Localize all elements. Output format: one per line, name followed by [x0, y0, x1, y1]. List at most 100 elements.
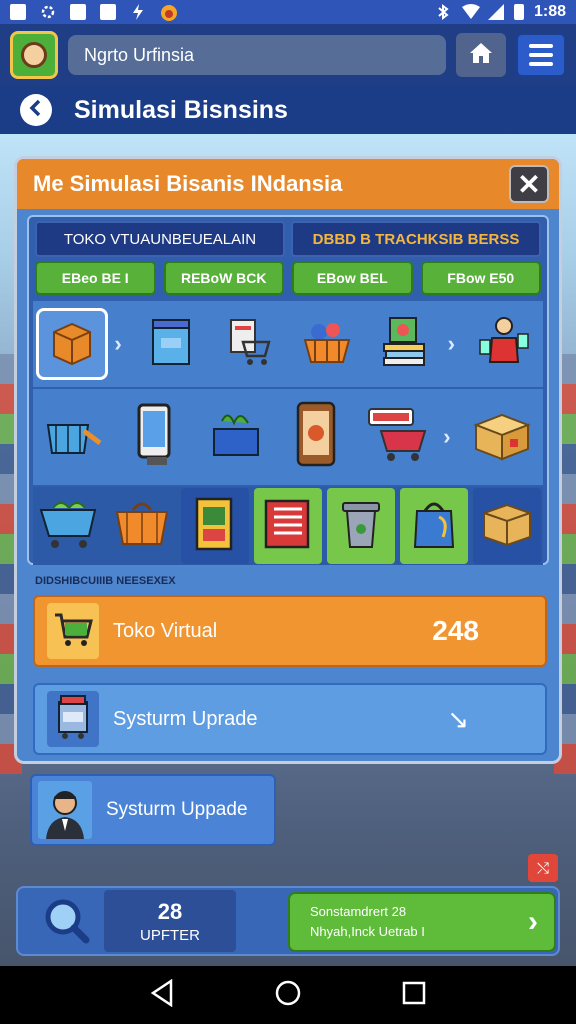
card-label: Systurm Uprade — [113, 707, 258, 730]
nav-recents-button[interactable] — [401, 980, 427, 1011]
tablet-icon — [133, 403, 177, 472]
filter-button-3[interactable]: EBow BEL — [292, 261, 413, 295]
file-icon — [100, 4, 116, 20]
clock: 1:88 — [533, 3, 566, 20]
section-label: DIDSHIBCUIIIB NEESEXEX — [35, 575, 176, 587]
continue-text: Sonstamdrert 28 Nhyah,Inck Uetrab I — [310, 902, 528, 942]
shopping-cart-icon — [223, 316, 275, 373]
box-icon — [48, 318, 96, 371]
machine-icon — [53, 694, 93, 745]
menu-button[interactable] — [516, 33, 566, 77]
continue-button[interactable]: Sonstamdrert 28 Nhyah,Inck Uetrab I › — [288, 892, 556, 952]
hamburger-line — [529, 62, 553, 66]
nav-home-button[interactable] — [274, 979, 302, 1012]
item-books[interactable] — [369, 308, 441, 380]
item-tablet[interactable] — [119, 401, 191, 473]
item-open-box[interactable] — [466, 401, 538, 473]
item-trash-bin[interactable] — [327, 488, 395, 564]
item-plant[interactable] — [200, 401, 272, 473]
item-basket[interactable] — [291, 308, 363, 380]
dialog-title: Me Simulasi Bisanis INdansia — [33, 171, 343, 196]
search-field[interactable]: Ngrto Urfinsia — [68, 35, 446, 75]
home-icon — [468, 41, 494, 70]
tab-tracking[interactable]: DBBD B TRACHKSIB BERSS — [291, 221, 541, 257]
item-cart-tablet[interactable] — [213, 308, 285, 380]
box-icon — [472, 409, 532, 466]
basket-icon — [301, 316, 353, 373]
plant-icon — [208, 409, 264, 466]
hamburger-line — [529, 53, 553, 57]
signal-icon — [487, 4, 504, 20]
trash-bin-icon — [339, 497, 383, 556]
item-cardboard-box[interactable] — [473, 488, 541, 564]
basket-icon — [113, 498, 171, 555]
counter-label: UPFTER — [140, 926, 200, 944]
item-package[interactable] — [135, 308, 207, 380]
chevron-right-icon: › — [447, 331, 455, 356]
item-seller[interactable] — [468, 308, 540, 380]
system-upgrade-card[interactable]: Systurm Uprade ↘ — [33, 683, 547, 755]
chevron-right-icon: › — [114, 331, 122, 356]
tools-icon — [70, 4, 86, 20]
item-row: › › — [33, 301, 543, 387]
update-counter: 28 UPFTER — [104, 890, 236, 952]
close-button[interactable]: ✕ — [509, 165, 549, 203]
gallery-icon — [10, 4, 26, 20]
box-icon — [480, 499, 534, 554]
settings-icon — [40, 4, 56, 20]
shop-panel: TOKO VTUAUNBEUEALAIN DBBD B TRACHKSIB BE… — [27, 215, 549, 565]
continue-line-2: Nhyah,Inck Uetrab I — [310, 924, 425, 939]
item-shopping-bag[interactable] — [400, 488, 468, 564]
shuffle-button[interactable]: ⤭ — [528, 854, 558, 882]
chevron-right-icon: › — [443, 424, 451, 449]
filter-button-1[interactable]: EBeo BE I — [35, 261, 156, 295]
filter-button-4[interactable]: FBow E50 — [420, 261, 541, 295]
card-label: Toko Virtual — [113, 619, 218, 642]
upgrade-card-label: Systurm Uppade — [106, 799, 248, 820]
avatar — [38, 781, 92, 839]
basket-icon — [44, 409, 104, 466]
shopping-bag-icon — [411, 497, 457, 556]
filter-button-2[interactable]: REBoW BCK — [163, 261, 284, 295]
search-icon — [41, 895, 91, 950]
item-veg-cart[interactable] — [35, 488, 103, 564]
app-bar: Ngrto Urfinsia — [0, 24, 576, 86]
app-logo[interactable] — [10, 31, 58, 79]
shopping-cart-icon — [367, 407, 429, 468]
item-box-selected[interactable] — [36, 308, 109, 380]
tab-virtual-store[interactable]: TOKO VTUAUNBEUEALAIN — [35, 221, 285, 257]
upgrade-card[interactable]: Systurm Uppade — [30, 774, 276, 846]
item-phone[interactable] — [281, 401, 353, 473]
nav-back-button[interactable] — [149, 978, 175, 1012]
phone-icon — [294, 401, 340, 474]
item-blue-basket[interactable] — [38, 401, 110, 473]
home-button[interactable] — [456, 33, 506, 77]
simulation-dialog: Me Simulasi Bisanis INdansia ✕ TOKO VTUA… — [14, 156, 562, 764]
close-icon: ✕ — [517, 168, 541, 200]
item-row — [33, 487, 543, 565]
continue-line-1: Sonstamdrert 28 — [310, 904, 407, 919]
book-icon — [191, 495, 239, 558]
item-orange-basket[interactable] — [108, 488, 176, 564]
back-button[interactable] — [20, 94, 52, 126]
bottom-bar: 28 UPFTER Sonstamdrert 28 Nhyah,Inck Uet… — [16, 886, 560, 956]
virtual-store-card[interactable]: Toko Virtual 248 — [33, 595, 547, 667]
hamburger-line — [529, 44, 553, 48]
chevron-right-icon: › — [528, 905, 538, 938]
item-online-cart[interactable] — [362, 401, 434, 473]
tab-bar: TOKO VTUAUNBEUEALAIN DBBD B TRACHKSIB BE… — [35, 221, 541, 257]
book-icon — [262, 497, 314, 556]
card-icon — [47, 603, 99, 659]
search-button[interactable] — [26, 894, 106, 950]
item-red-book[interactable] — [254, 488, 322, 564]
status-bar: 1:88 — [0, 0, 576, 24]
title-bar: Simulasi Bisnsins — [0, 86, 576, 134]
shopping-cart-icon — [53, 609, 93, 654]
item-book[interactable] — [181, 488, 249, 564]
wifi-icon — [461, 4, 480, 20]
bolt-icon — [130, 4, 146, 20]
package-icon — [147, 316, 195, 373]
dialog-header: Me Simulasi Bisanis INdansia ✕ — [17, 159, 559, 209]
chevron-left-icon — [27, 99, 45, 122]
page-title: Simulasi Bisnsins — [74, 95, 288, 124]
